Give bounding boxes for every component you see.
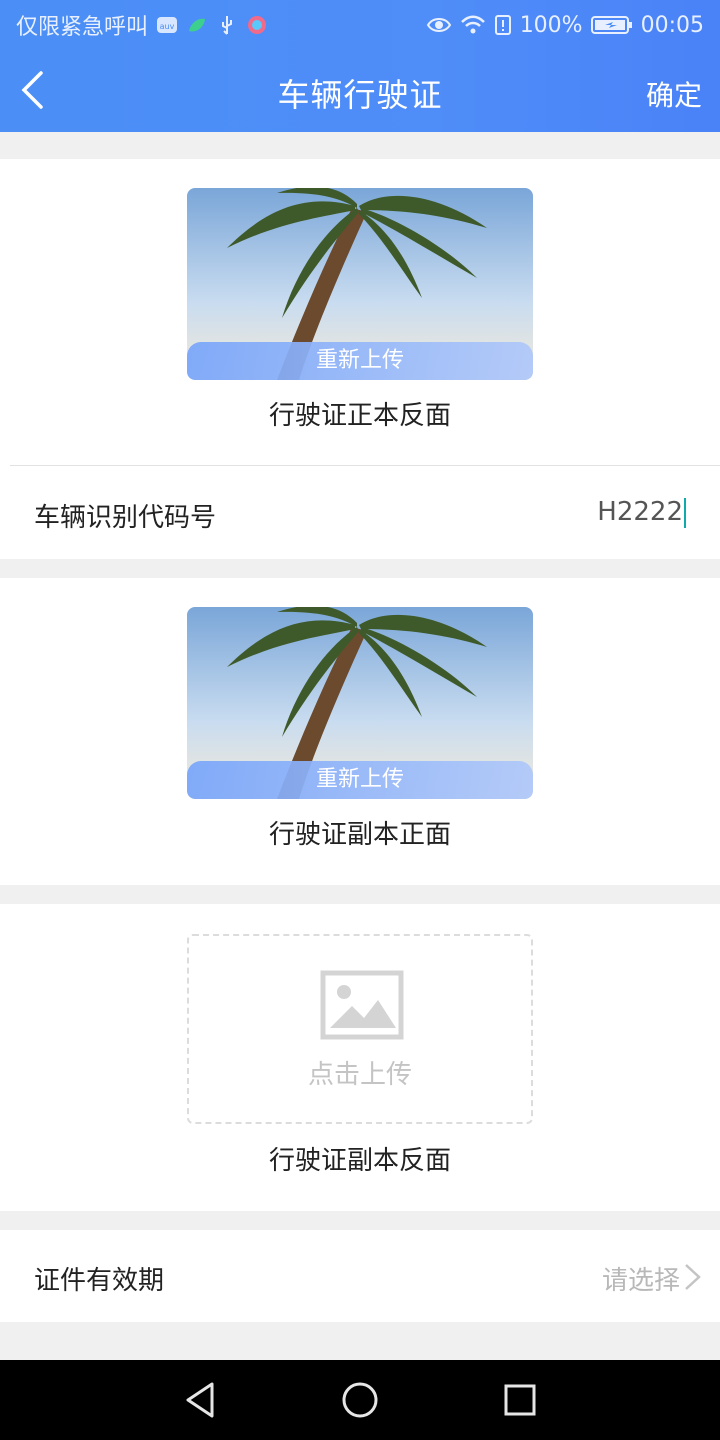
page-title: 车辆行驶证 <box>277 76 443 114</box>
license-copy-back-card: 点击上传 行驶证副本反面 <box>0 904 720 1211</box>
validity-label: 证件有效期 <box>34 1266 165 1296</box>
carrier-text: 仅限紧急呼叫 <box>16 15 149 40</box>
confirm-button[interactable]: 确定 <box>646 74 702 114</box>
status-right: 100% 00:05 <box>426 13 704 38</box>
photo-upload-front-back[interactable]: 重新上传 <box>187 188 533 380</box>
license-copy-front-card: 重新上传 行驶证副本正面 <box>0 578 720 885</box>
leaf-icon <box>189 18 206 32</box>
photo-caption: 行驶证副本反面 <box>268 1146 451 1176</box>
reupload-label[interactable]: 重新上传 <box>187 342 533 380</box>
battery-icon <box>590 16 632 34</box>
clock: 00:05 <box>640 12 704 38</box>
nav-home-icon[interactable] <box>340 1380 380 1420</box>
photo-caption: 行驶证正本反面 <box>268 401 451 431</box>
photo-upload-copy-front[interactable]: 重新上传 <box>187 607 533 799</box>
upload-label: 点击上传 <box>307 1060 412 1090</box>
chevron-right-icon <box>685 1264 701 1290</box>
license-front-card: 重新上传 行驶证正本反面 车辆识别代码号 H2222 <box>0 159 720 559</box>
text-cursor <box>684 497 686 528</box>
upload-slot[interactable]: 点击上传 <box>187 934 533 1124</box>
divider <box>10 465 720 466</box>
vin-input[interactable]: H2222 <box>597 497 686 528</box>
battery-percent: 100% <box>519 12 583 38</box>
image-placeholder-icon <box>320 970 404 1040</box>
status-bar: 仅限紧急呼叫 auv 100% 00:05 <box>0 0 720 50</box>
sim-alert-icon <box>494 15 511 35</box>
app-header: 仅限紧急呼叫 auv 100% 00:05 车辆行驶证 确定 <box>0 0 720 132</box>
usb-icon <box>222 16 233 35</box>
eye-icon <box>426 18 451 32</box>
vin-label: 车辆识别代码号 <box>34 503 217 533</box>
wifi-icon <box>460 15 485 34</box>
nav-bar: 车辆行驶证 确定 <box>0 50 720 132</box>
vin-value: H2222 <box>597 497 683 527</box>
photo-caption: 行驶证副本正面 <box>268 820 451 850</box>
browser-icon <box>248 16 267 34</box>
nav-recents-icon[interactable] <box>500 1380 540 1420</box>
nav-back-icon[interactable] <box>182 1380 222 1420</box>
reupload-label[interactable]: 重新上传 <box>187 761 533 799</box>
validity-select[interactable]: 请选择 <box>602 1260 680 1297</box>
status-left: 仅限紧急呼叫 auv <box>16 9 268 41</box>
svg-text:auv: auv <box>160 22 175 31</box>
app-badge-icon: auv <box>157 17 178 33</box>
system-nav-bar <box>0 1360 720 1440</box>
validity-row[interactable]: 证件有效期 请选择 <box>0 1230 720 1322</box>
